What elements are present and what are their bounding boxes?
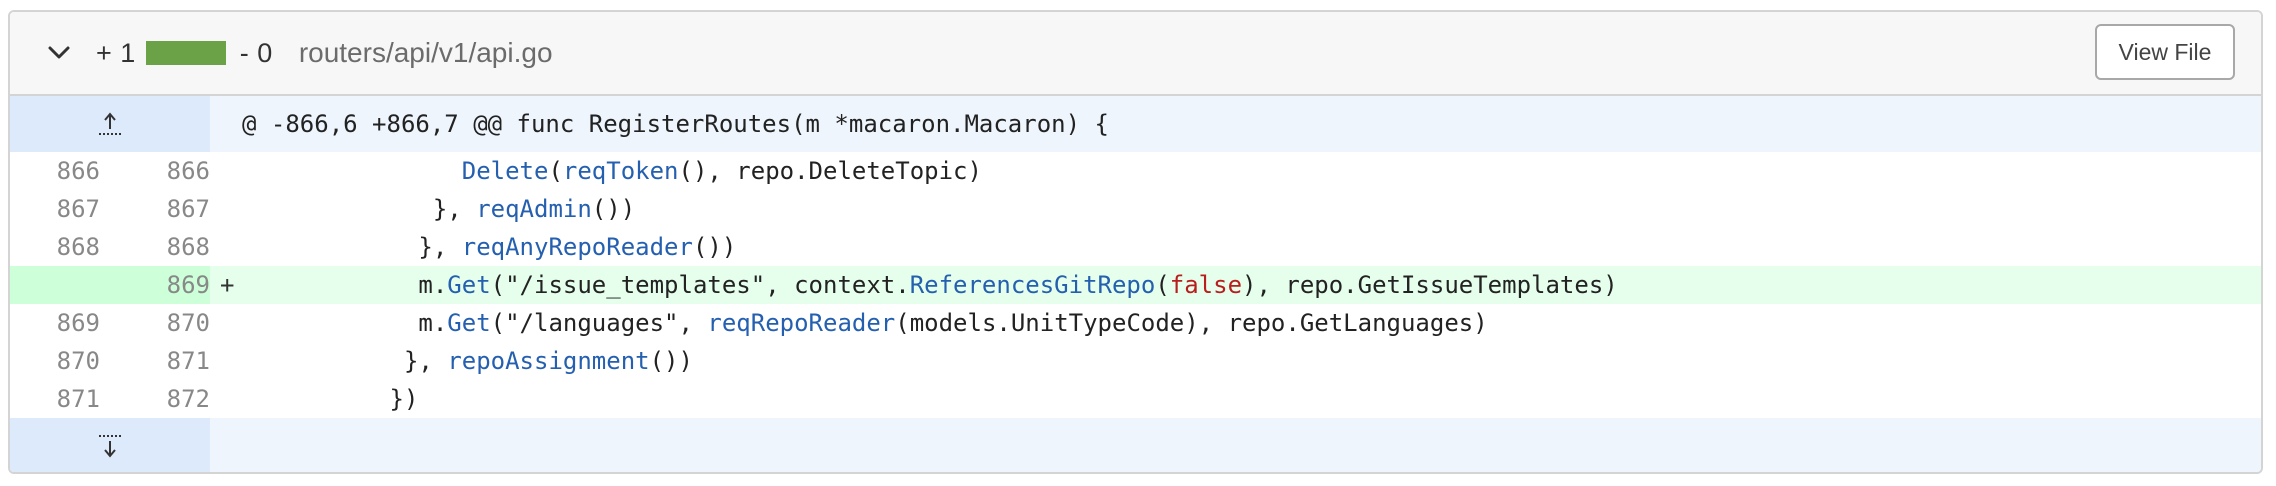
new-line-number: 866 bbox=[166, 157, 210, 185]
new-line-number: 867 bbox=[166, 195, 210, 223]
diff-table: @ -866,6 +866,7 @@ func RegisterRoutes(m… bbox=[10, 96, 2261, 472]
new-line-number: 868 bbox=[166, 233, 210, 261]
code-line: }) bbox=[389, 385, 419, 413]
hunk-header-row: @ -866,6 +866,7 @@ func RegisterRoutes(m… bbox=[10, 96, 2261, 152]
old-line-number: 866 bbox=[56, 157, 100, 185]
old-line-number: 871 bbox=[56, 385, 100, 413]
line-sign bbox=[210, 152, 245, 190]
old-line-number: 870 bbox=[56, 347, 100, 375]
diff-line-added: 869 + m.Get("/issue_templates", context.… bbox=[10, 266, 2261, 304]
line-sign: + bbox=[220, 271, 235, 299]
diff-stat-bar bbox=[145, 41, 226, 65]
diff-file-header: + 1 - 0 routers/api/v1/api.go View File bbox=[10, 12, 2261, 96]
fold-down-icon[interactable] bbox=[10, 418, 210, 472]
new-line-number: 872 bbox=[166, 385, 210, 413]
old-line-number bbox=[10, 266, 100, 304]
code-line: }, reqAdmin()) bbox=[432, 195, 636, 223]
diff-line: 869 870 m.Get("/languages", reqRepoReade… bbox=[10, 304, 2261, 342]
old-line-number: 867 bbox=[56, 195, 100, 223]
new-line-number: 869 bbox=[166, 271, 210, 299]
hunk-header-text: @ -866,6 +866,7 @@ func RegisterRoutes(m… bbox=[242, 110, 1109, 138]
old-line-number: 869 bbox=[56, 309, 100, 337]
diff-line: 868 868 }, reqAnyRepoReader()) bbox=[10, 228, 2261, 266]
diff-line: 866 866 Delete(reqToken(), repo.DeleteTo… bbox=[10, 152, 2261, 190]
line-sign bbox=[210, 228, 245, 266]
chevron-down-icon[interactable] bbox=[46, 40, 72, 66]
line-sign bbox=[210, 380, 245, 418]
code-line: Delete(reqToken(), repo.DeleteTopic) bbox=[461, 157, 982, 185]
added-line-gutter: 869 bbox=[10, 266, 210, 304]
new-line-number: 870 bbox=[166, 309, 210, 337]
old-line-number: 868 bbox=[56, 233, 100, 261]
code-line: m.Get("/languages", reqRepoReader(models… bbox=[418, 309, 1488, 337]
view-file-button[interactable]: View File bbox=[2095, 24, 2235, 80]
code-line: m.Get("/issue_templates", context.Refere… bbox=[418, 271, 1618, 299]
line-sign bbox=[210, 304, 245, 342]
diff-line: 870 871 }, repoAssignment()) bbox=[10, 342, 2261, 380]
diff-line: 871 872 }) bbox=[10, 380, 2261, 418]
line-sign bbox=[210, 190, 245, 228]
additions-count: + 1 bbox=[96, 37, 136, 68]
fold-up-icon[interactable] bbox=[10, 96, 210, 152]
diff-stat-bar-additions bbox=[145, 41, 226, 65]
diff-file-box: + 1 - 0 routers/api/v1/api.go View File … bbox=[8, 10, 2263, 474]
deletions-count: - 0 bbox=[239, 37, 273, 68]
expand-down-row bbox=[10, 418, 2261, 472]
new-line-number: 871 bbox=[166, 347, 210, 375]
file-path: routers/api/v1/api.go bbox=[298, 37, 553, 68]
diff-line: 867 867 }, reqAdmin()) bbox=[10, 190, 2261, 228]
code-line: }, reqAnyRepoReader()) bbox=[418, 233, 737, 261]
line-sign bbox=[210, 342, 245, 380]
code-line: }, repoAssignment()) bbox=[403, 347, 693, 375]
